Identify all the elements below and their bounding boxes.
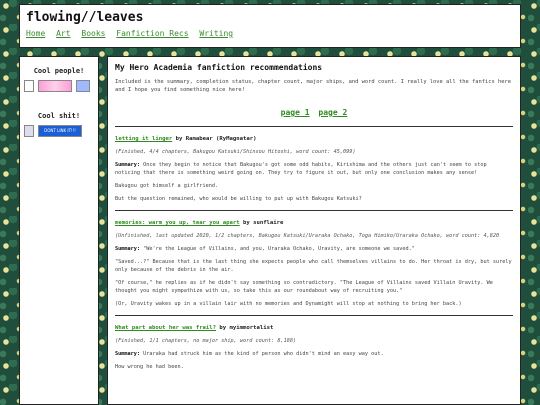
main-nav: Home Art Books Fanfiction Recs Writing bbox=[26, 29, 514, 38]
fic-extra: But the question remained, who would be … bbox=[115, 196, 362, 202]
summary-label: Summary: bbox=[115, 246, 140, 252]
summary-text: Once they begin to notice that Bakugou's… bbox=[115, 162, 487, 176]
site-header: flowing//leaves Home Art Books Fanfictio… bbox=[19, 4, 521, 48]
fic-entry: letting it linger by Ramabear (RyMagnata… bbox=[115, 136, 513, 203]
nav-writing[interactable]: Writing bbox=[199, 29, 233, 38]
dont-link-it-button[interactable]: DONT LINK IT!!! bbox=[38, 125, 82, 137]
divider bbox=[115, 210, 513, 211]
nav-books[interactable]: Books bbox=[81, 29, 105, 38]
nav-fanfiction-recs[interactable]: Fanfiction Recs bbox=[116, 29, 188, 38]
fic-summary: Summary: Once they begin to notice that … bbox=[115, 161, 513, 177]
link-button-3[interactable] bbox=[76, 80, 90, 92]
fic-entry: What part about her was frail? by myimmo… bbox=[115, 325, 513, 371]
fic-link[interactable]: What part about her was frail? bbox=[115, 325, 216, 331]
fic-title: memories: warm you up, tear you apart by… bbox=[115, 220, 513, 226]
cool-shit-buttons: DONT LINK IT!!! bbox=[24, 125, 98, 137]
link-button-1[interactable] bbox=[24, 80, 34, 92]
cool-people-buttons bbox=[24, 80, 98, 92]
fic-author: by Ramabear (RyMagnatar) bbox=[175, 136, 257, 142]
nav-art[interactable]: Art bbox=[56, 29, 70, 38]
cool-people-heading: Cool people! bbox=[33, 67, 85, 75]
fic-meta: (Finished, 1/1 chapters, no major ship, … bbox=[115, 338, 297, 344]
cool-shit-heading: Cool shit! bbox=[37, 112, 81, 120]
fic-title: letting it linger by Ramabear (RyMagnata… bbox=[115, 136, 513, 142]
page-title: My Hero Academia fanfiction recommendati… bbox=[115, 63, 323, 72]
fic-extra: Bakugou got himself a girlfriend. bbox=[115, 183, 219, 189]
fic-extra: "Saved...?" Because that is the last thi… bbox=[115, 259, 512, 273]
summary-text: Uraraka had struck him as the kind of pe… bbox=[140, 351, 384, 357]
fic-link[interactable]: letting it linger bbox=[115, 136, 172, 142]
summary-text: "We're the League of Villains, and you, … bbox=[140, 246, 415, 252]
fic-title: What part about her was frail? by myimmo… bbox=[115, 325, 513, 331]
fic-meta: (Finished, 4/4 chapters, Bakugou Katsuki… bbox=[115, 149, 356, 155]
fic-author: by myimmortalist bbox=[219, 325, 274, 331]
fic-extra: How wrong he had been. bbox=[115, 364, 184, 370]
pagination: page 1 page 2 bbox=[115, 108, 513, 117]
fic-extra: "Of course," he replies as if he didn't … bbox=[115, 280, 493, 294]
divider bbox=[115, 315, 513, 316]
page-2-link[interactable]: page 2 bbox=[318, 108, 347, 117]
fic-meta: (Unfinished, last updated 2020, 1/2 chap… bbox=[115, 233, 500, 239]
fic-author: by sunflaire bbox=[242, 220, 284, 226]
fic-extra: (Or, Uravity wakes up in a villain lair … bbox=[115, 301, 462, 307]
link-button-2[interactable] bbox=[38, 80, 72, 92]
main-content: My Hero Academia fanfiction recommendati… bbox=[107, 56, 521, 405]
fic-summary: Summary: Uraraka had struck him as the k… bbox=[115, 350, 513, 358]
nav-home[interactable]: Home bbox=[26, 29, 45, 38]
summary-label: Summary: bbox=[115, 162, 140, 168]
sidebar: Cool people! Cool shit! DONT LINK IT!!! bbox=[19, 56, 99, 405]
link-button-4[interactable] bbox=[24, 125, 34, 137]
divider bbox=[115, 126, 513, 127]
summary-label: Summary: bbox=[115, 351, 140, 357]
site-title: flowing//leaves bbox=[26, 10, 144, 25]
fic-entry: memories: warm you up, tear you apart by… bbox=[115, 220, 513, 308]
intro-text: Included is the summary, completion stat… bbox=[115, 79, 511, 93]
fic-summary: Summary: "We're the League of Villains, … bbox=[115, 245, 513, 253]
page-1-link[interactable]: page 1 bbox=[281, 108, 310, 117]
fic-link[interactable]: memories: warm you up, tear you apart bbox=[115, 220, 240, 226]
